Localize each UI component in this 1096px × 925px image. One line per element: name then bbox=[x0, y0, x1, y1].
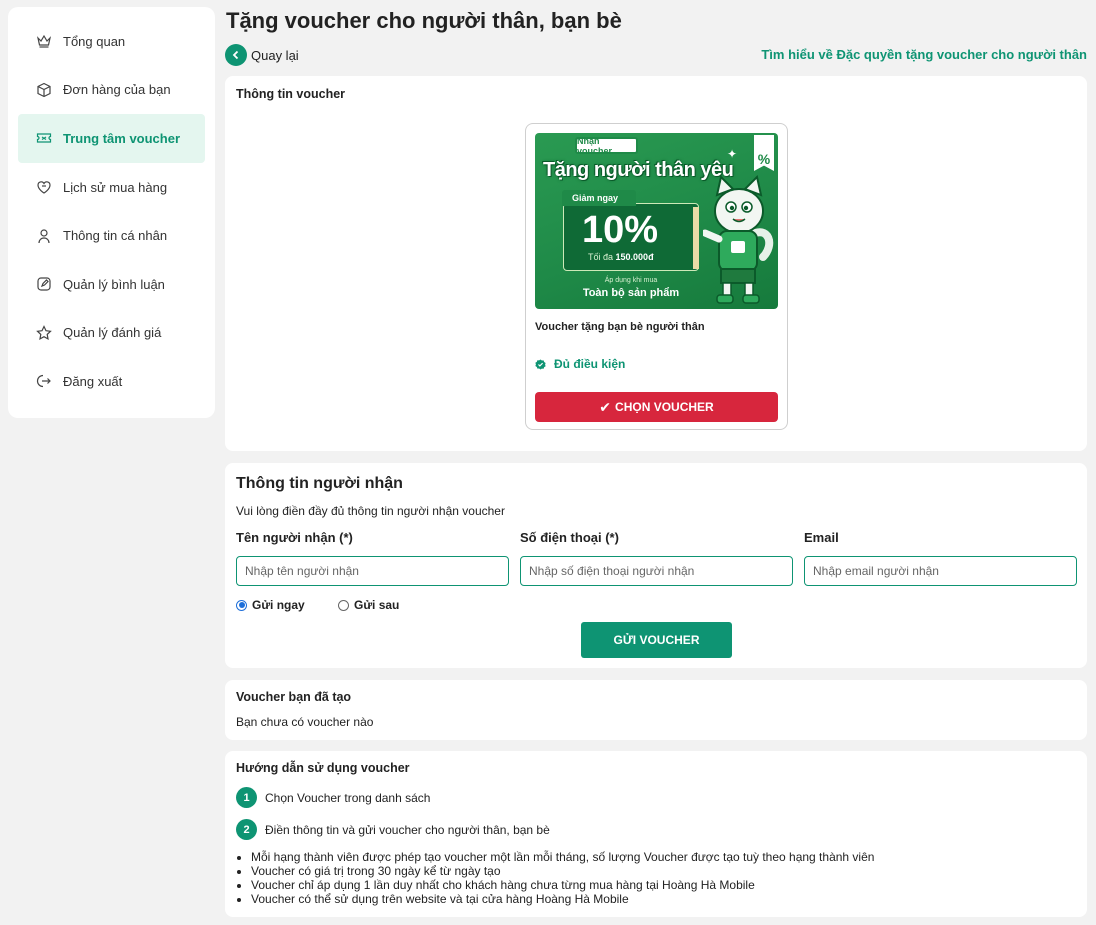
chevron-left-icon bbox=[225, 44, 247, 66]
guide-step: 2 Điền thông tin và gửi voucher cho ngườ… bbox=[236, 819, 550, 840]
sidebar-item-logout[interactable]: Đăng xuất bbox=[8, 357, 215, 406]
guide-card: Hướng dẫn sử dụng voucher 1 Chọn Voucher… bbox=[225, 751, 1087, 917]
name-label: Tên người nhận (*) bbox=[236, 530, 353, 545]
recipient-email-input[interactable] bbox=[804, 556, 1077, 586]
phone-label: Số điện thoại (*) bbox=[520, 530, 619, 545]
sidebar-item-label: Quản lý đánh giá bbox=[63, 325, 162, 341]
email-label: Email bbox=[804, 530, 839, 545]
sidebar-item-label: Đăng xuất bbox=[63, 373, 123, 389]
step-number: 1 bbox=[236, 787, 257, 808]
note-item: Mỗi hạng thành viên được phép tạo vouche… bbox=[251, 850, 874, 864]
sidebar-item-label: Lịch sử mua hàng bbox=[63, 179, 168, 195]
guide-step: 1 Chọn Voucher trong danh sách bbox=[236, 787, 430, 808]
section-title: Thông tin voucher bbox=[236, 87, 346, 101]
section-title: Hướng dẫn sử dụng voucher bbox=[236, 761, 410, 775]
max-prefix: Tối đa bbox=[588, 252, 614, 262]
sidebar-item-orders[interactable]: Đơn hàng của bạn bbox=[8, 66, 215, 115]
max-value: 150.000đ bbox=[615, 252, 654, 262]
check-icon: ✔ bbox=[599, 398, 612, 415]
step-text: Điền thông tin và gửi voucher cho người … bbox=[265, 822, 550, 837]
discount-ticket: Giảm ngay 10% Tối đa 150.000đ bbox=[562, 190, 699, 271]
back-label: Quay lại bbox=[251, 47, 299, 63]
crown-icon bbox=[36, 33, 52, 49]
ticket-icon bbox=[36, 130, 52, 146]
status-text: Đủ điều kiện bbox=[554, 357, 626, 371]
send-now-radio[interactable]: Gửi ngay bbox=[236, 598, 305, 612]
sidebar-item-label: Trung tâm voucher bbox=[63, 130, 181, 146]
voucher-banner: Nhận voucher % ✦ Tặng người thân yêu Giả… bbox=[535, 133, 778, 309]
box-icon bbox=[36, 82, 52, 98]
discount-value: 10% bbox=[582, 209, 659, 251]
select-voucher-label: CHỌN VOUCHER bbox=[615, 400, 714, 414]
send-later-radio[interactable]: Gửi sau bbox=[338, 598, 399, 612]
sidebar-item-reviews[interactable]: Quản lý đánh giá bbox=[8, 309, 215, 358]
ticket-edge bbox=[693, 207, 699, 269]
history-icon bbox=[36, 179, 52, 195]
sidebar-item-label: Thông tin cá nhân bbox=[63, 228, 168, 244]
send-voucher-button[interactable]: GỬI VOUCHER bbox=[581, 622, 732, 658]
recipient-name-input[interactable] bbox=[236, 556, 509, 586]
eligibility-status: Đủ điều kiện bbox=[535, 357, 625, 371]
step-number: 2 bbox=[236, 819, 257, 840]
section-title: Voucher bạn đã tạo bbox=[236, 690, 352, 704]
back-button[interactable]: Quay lại bbox=[225, 44, 299, 66]
sidebar-item-label: Đơn hàng của bạn bbox=[63, 82, 171, 98]
radio-label: Gửi sau bbox=[354, 598, 400, 612]
select-voucher-button[interactable]: ✔ CHỌN VOUCHER bbox=[535, 392, 778, 422]
note-item: Voucher chỉ áp dụng 1 lần duy nhất cho k… bbox=[251, 878, 874, 892]
check-badge-icon bbox=[535, 358, 546, 370]
logout-icon bbox=[36, 373, 52, 389]
page-title: Tặng voucher cho người thân, bạn bè bbox=[226, 8, 622, 33]
note-item: Voucher có thể sử dụng trên website và t… bbox=[251, 892, 874, 906]
discount-label: Giảm ngay bbox=[562, 190, 636, 206]
sidebar-item-overview[interactable]: Tổng quan bbox=[8, 17, 215, 66]
note-item: Voucher có giá trị trong 30 ngày kể từ n… bbox=[251, 864, 874, 878]
empty-message: Bạn chưa có voucher nào bbox=[236, 715, 374, 729]
sidebar-item-profile[interactable]: Thông tin cá nhân bbox=[8, 211, 215, 260]
guide-notes: Mỗi hạng thành viên được phép tạo vouche… bbox=[251, 850, 874, 906]
recipient-card: Thông tin người nhận Vui lòng điền đầy đ… bbox=[225, 463, 1087, 668]
voucher-card[interactable]: Nhận voucher % ✦ Tặng người thân yêu Giả… bbox=[525, 123, 788, 430]
radio-unchecked bbox=[338, 599, 349, 611]
radio-checked bbox=[236, 599, 247, 611]
user-icon bbox=[36, 228, 52, 244]
created-vouchers-card: Voucher bạn đã tạo Bạn chưa có voucher n… bbox=[225, 680, 1087, 740]
banner-tag: Nhận voucher bbox=[575, 136, 638, 156]
learn-more-link[interactable]: Tìm hiểu về Đặc quyền tặng voucher cho n… bbox=[761, 47, 1087, 62]
applies-label: Áp dụng khi mua bbox=[604, 277, 658, 284]
comment-edit-icon bbox=[36, 276, 52, 292]
section-title: Thông tin người nhận bbox=[236, 475, 403, 492]
star-icon bbox=[36, 324, 52, 341]
recipient-phone-input[interactable] bbox=[520, 556, 793, 586]
mascot-illustration bbox=[703, 175, 774, 304]
voucher-info-card: Thông tin voucher Nhận voucher % ✦ Tặng … bbox=[225, 76, 1087, 451]
sidebar-item-history[interactable]: Lịch sử mua hàng bbox=[8, 163, 215, 212]
section-subtitle: Vui lòng điền đầy đủ thông tin người nhậ… bbox=[236, 504, 505, 518]
sidebar-item-label: Quản lý bình luận bbox=[63, 276, 165, 292]
sidebar-item-voucher-center[interactable]: Trung tâm voucher bbox=[18, 114, 205, 163]
sidebar-item-label: Tổng quan bbox=[63, 33, 126, 49]
voucher-name: Voucher tặng bạn bè người thân bbox=[535, 321, 705, 333]
sidebar: Tổng quan Đơn hàng của bạn Trung tâm vou… bbox=[8, 7, 215, 418]
applies-value: Toàn bộ sản phẩm bbox=[582, 287, 680, 299]
radio-label: Gửi ngay bbox=[252, 598, 305, 612]
sidebar-item-comments[interactable]: Quản lý bình luận bbox=[8, 260, 215, 309]
percent-badge: % bbox=[754, 135, 774, 171]
step-text: Chọn Voucher trong danh sách bbox=[265, 790, 431, 805]
